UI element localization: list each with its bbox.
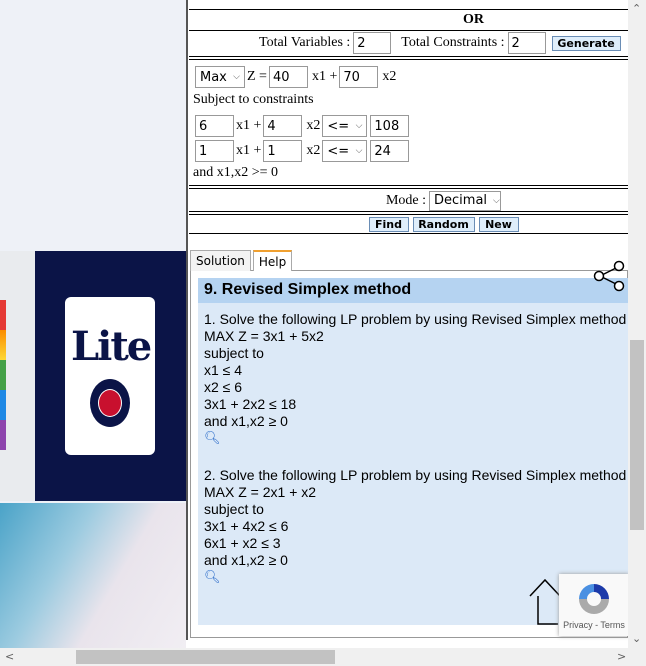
x2-label: x2 — [306, 143, 321, 158]
mode-label: Mode : — [385, 192, 427, 208]
objective-c1-input[interactable] — [268, 66, 308, 88]
recaptcha-links[interactable]: Privacy - Terms — [559, 620, 629, 630]
constraint-2-rhs-input[interactable] — [370, 140, 410, 162]
help-text: and x1,x2 ≥ 0 — [204, 413, 288, 429]
recaptcha-icon — [579, 584, 609, 614]
ad-rainbow-image — [0, 300, 6, 450]
total-constraints-label: Total Constraints : — [401, 35, 505, 50]
constraint-1-operator-select[interactable]: <= ⌵ — [322, 115, 368, 137]
x1-label: x1 + — [311, 69, 338, 84]
or-label: OR — [463, 12, 484, 27]
x1-label: x1 + — [236, 143, 262, 158]
scroll-up-icon[interactable]: ⌃ — [632, 2, 641, 15]
z-label: Z = — [247, 69, 267, 84]
constraint-2-a2-input[interactable] — [263, 140, 303, 162]
constraint-2-operator-select[interactable]: <= ⌵ — [322, 140, 368, 162]
help-title: 9. Revised Simplex method — [198, 278, 628, 303]
help-text: x1 ≤ 4 — [204, 362, 243, 378]
scroll-to-top-icon[interactable] — [528, 578, 562, 626]
chevron-down-icon: ⌵ — [493, 195, 500, 206]
constraint-row: x1 + x2 <=⌵ — [189, 139, 628, 163]
help-text: subject to — [204, 501, 264, 517]
constraint-2-a1-input[interactable] — [195, 140, 234, 162]
help-text: 3x1 + 4x2 ≤ 6 — [204, 518, 289, 534]
objective-type-select[interactable]: Max ⌵ — [195, 66, 245, 88]
recaptcha-badge[interactable]: Privacy - Terms — [559, 574, 629, 636]
total-variables-input[interactable] — [353, 32, 392, 54]
mode-select[interactable]: Decimal ⌵ — [429, 190, 502, 211]
tab-help[interactable]: Help — [252, 250, 293, 271]
help-text: 1. Solve the following LP problem by usi… — [204, 311, 627, 327]
random-button[interactable]: Random — [412, 216, 475, 232]
tab-bar: Solution Help — [190, 250, 294, 271]
help-text: MAX Z = 2x1 + x2 — [204, 484, 317, 500]
ad-can-image: Lite — [65, 297, 155, 455]
help-text: subject to — [204, 345, 264, 361]
total-variables-label: Total Variables : — [259, 35, 351, 50]
total-constraints-input[interactable] — [507, 32, 546, 54]
scroll-down-icon[interactable]: ⌄ — [632, 632, 641, 645]
divider — [186, 0, 188, 640]
help-text: 3x1 + 2x2 ≤ 18 — [204, 396, 297, 412]
horizontal-scrollbar-thumb[interactable] — [76, 650, 335, 664]
scroll-right-icon[interactable]: > — [617, 650, 626, 663]
help-text: 6x1 + x2 ≤ 3 — [204, 535, 281, 551]
search-icon[interactable]: 🔍︎ — [198, 430, 628, 452]
help-text: 2. Solve the following LP problem by usi… — [204, 467, 627, 483]
ad-sky-image[interactable] — [0, 503, 186, 648]
tab-solution[interactable]: Solution — [190, 250, 251, 271]
help-text: MAX Z = 3x1 + 5x2 — [204, 328, 324, 344]
new-button[interactable]: New — [478, 216, 519, 232]
generate-button[interactable]: Generate — [551, 35, 621, 51]
nonnegativity-label: and x1,x2 >= 0 — [193, 165, 279, 180]
x2-label: x2 — [382, 69, 397, 84]
vertical-scrollbar[interactable] — [628, 0, 646, 648]
constraint-1-rhs-input[interactable] — [370, 115, 410, 137]
help-text: and x1,x2 ≥ 0 — [204, 552, 288, 568]
x1-label: x1 + — [236, 118, 262, 133]
scroll-left-icon[interactable]: < — [5, 650, 14, 663]
help-content: 9. Revised Simplex method 1. Solve the f… — [198, 278, 628, 625]
objective-c2-input[interactable] — [339, 66, 379, 88]
chevron-down-icon: ⌵ — [355, 121, 363, 131]
constraint-1-a1-input[interactable] — [195, 115, 234, 137]
find-button[interactable]: Find — [368, 216, 409, 232]
chevron-down-icon: ⌵ — [355, 146, 363, 156]
chevron-down-icon: ⌵ — [233, 72, 240, 82]
constraint-row: x1 + x2 <=⌵ — [189, 114, 628, 138]
subject-label: Subject to constraints — [193, 92, 314, 107]
vertical-scrollbar-thumb[interactable] — [630, 340, 644, 530]
x2-label: x2 — [306, 118, 321, 133]
ad-logo: Lite — [71, 323, 152, 370]
share-icon[interactable] — [592, 260, 626, 292]
help-text: x2 ≤ 6 — [204, 379, 243, 395]
constraint-1-a2-input[interactable] — [263, 115, 303, 137]
